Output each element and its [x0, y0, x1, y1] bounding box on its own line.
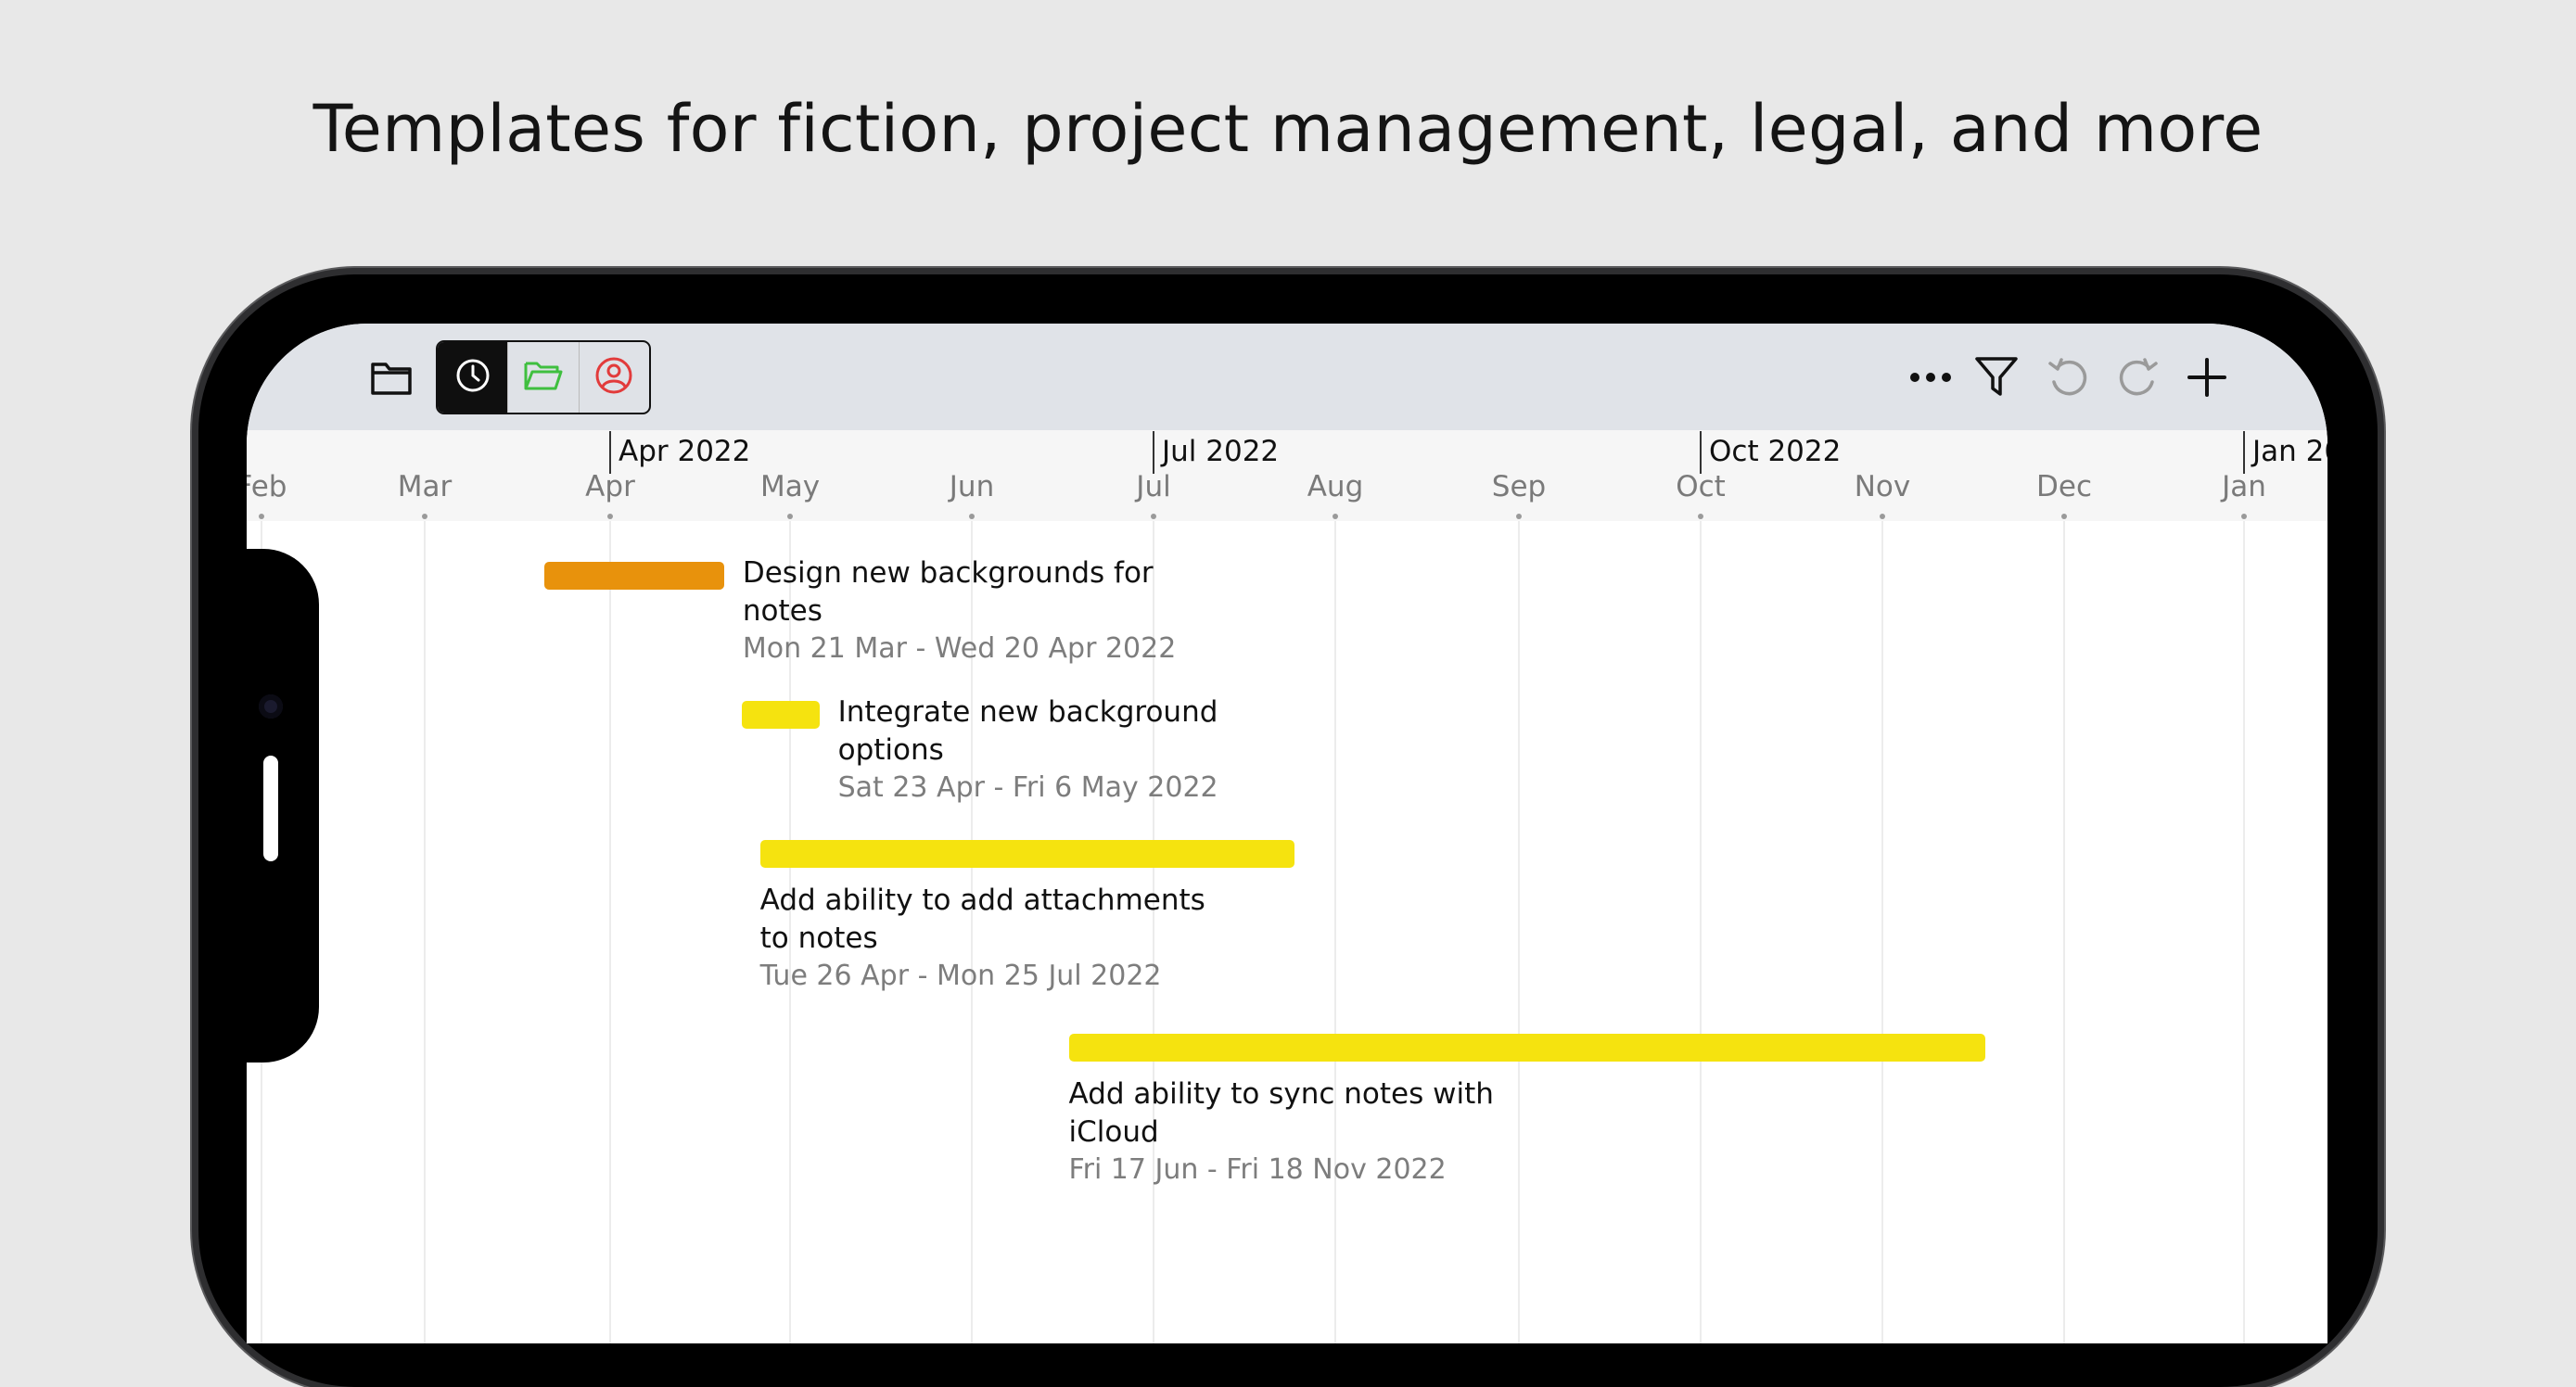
task-title-continued[interactable]: notes [743, 592, 823, 630]
month-tick [2061, 514, 2067, 519]
home-indicator [263, 756, 278, 861]
month-tick [607, 514, 613, 519]
month-tick [1698, 514, 1703, 519]
toolbar [247, 324, 2327, 430]
task-title-continued[interactable]: iCloud [1069, 1113, 1159, 1152]
month-label: Apr [585, 470, 635, 503]
month-label: Dec [2036, 470, 2092, 503]
month-gridline [609, 521, 611, 1343]
task-title[interactable]: Integrate new background [838, 694, 1218, 732]
app-screen: Feb Mar Apr May Jun Jul Aug Sep Oct Nov Dec Jan Apr … [247, 324, 2327, 1343]
add-icon[interactable] [2181, 351, 2233, 403]
quarter-label: Jan 2023 [2243, 431, 2327, 474]
month-label: Aug [1307, 470, 1364, 503]
person-circle-icon [594, 356, 633, 399]
more-icon[interactable] [1906, 353, 1955, 401]
folder-icon[interactable] [365, 351, 417, 403]
month-gridline [1881, 521, 1883, 1343]
month-tick [969, 514, 975, 519]
undo-icon[interactable] [2042, 351, 2094, 403]
month-tick [1880, 514, 1885, 519]
month-label: Mar [397, 470, 453, 503]
task-dates: Mon 21 Mar - Wed 20 Apr 2022 [742, 632, 1177, 665]
task-title[interactable]: Add ability to sync notes with [1069, 1075, 1494, 1113]
month-gridline [424, 521, 426, 1343]
month-gridline [1334, 521, 1336, 1343]
month-gridline [2243, 521, 2245, 1343]
month-label: Jun [949, 470, 995, 503]
task-bar[interactable] [759, 840, 1294, 868]
timeline-view-button[interactable] [438, 342, 508, 413]
task-bar[interactable] [544, 562, 724, 590]
quarter-label: Oct 2022 [1700, 431, 1841, 474]
phone-notch [247, 549, 319, 1063]
task-title[interactable]: Add ability to add attachments [760, 882, 1205, 920]
redo-icon[interactable] [2112, 351, 2164, 403]
month-tick [259, 514, 264, 519]
open-folder-icon [523, 359, 564, 396]
front-camera [259, 694, 283, 719]
month-gridline [2063, 521, 2065, 1343]
quarter-label: Jul 2022 [1153, 431, 1279, 474]
month-gridline [1700, 521, 1702, 1343]
filter-icon[interactable] [1971, 351, 2021, 403]
month-tick [1516, 514, 1522, 519]
month-label: Sep [1491, 470, 1547, 503]
month-label: Nov [1854, 470, 1911, 503]
month-label: Jan [2222, 470, 2266, 503]
people-view-button[interactable] [580, 342, 649, 413]
task-title[interactable]: Design new backgrounds for [743, 554, 1154, 592]
month-label: May [759, 470, 821, 503]
month-tick [1151, 514, 1156, 519]
timeline-header [247, 430, 2327, 521]
month-label: Feb [247, 470, 287, 503]
task-title-continued[interactable]: to notes [760, 920, 878, 958]
task-bar[interactable] [742, 701, 820, 729]
quarter-label: Apr 2022 [609, 431, 750, 474]
month-label: Jul [1136, 470, 1171, 503]
task-bar[interactable] [1068, 1034, 1986, 1062]
task-dates: Sat 23 Apr - Fri 6 May 2022 [837, 771, 1218, 804]
month-gridline [1518, 521, 1520, 1343]
view-mode-segmented-control [436, 340, 651, 414]
clock-icon [454, 357, 491, 398]
month-tick [1333, 514, 1338, 519]
month-label: Oct [1676, 470, 1726, 503]
page-headline: Templates for fiction, project managemen… [312, 91, 2264, 167]
month-tick [2241, 514, 2247, 519]
task-dates: Tue 26 Apr - Mon 25 Jul 2022 [759, 960, 1162, 992]
task-dates: Fri 17 Jun - Fri 18 Nov 2022 [1068, 1153, 1447, 1186]
month-tick [422, 514, 427, 519]
task-title-continued[interactable]: options [838, 732, 944, 770]
month-tick [787, 514, 793, 519]
projects-view-button[interactable] [507, 342, 580, 413]
